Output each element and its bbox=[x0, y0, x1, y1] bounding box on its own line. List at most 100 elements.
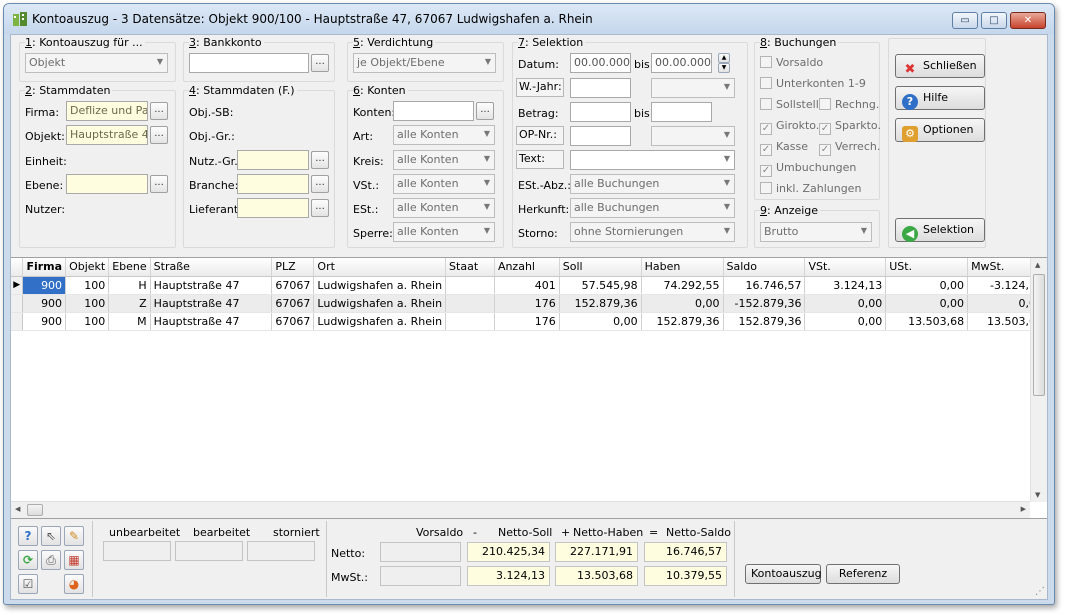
col-header[interactable]: Ebene bbox=[108, 258, 151, 277]
col-header[interactable]: Objekt bbox=[65, 258, 110, 277]
cell[interactable]: Hauptstraße 47 bbox=[150, 276, 273, 295]
unterkonten-checkbox[interactable]: Unterkonten 1-9 bbox=[760, 77, 866, 90]
cell[interactable]: 16.746,57 bbox=[723, 276, 806, 295]
table-row[interactable]: 900 100 M Hauptstraße 47 67067 Ludwigsha… bbox=[11, 312, 1047, 331]
cell[interactable] bbox=[445, 294, 495, 313]
firma-field[interactable]: Deflize und Part bbox=[66, 101, 148, 121]
cell[interactable]: Z bbox=[108, 294, 151, 313]
cell[interactable] bbox=[445, 276, 495, 295]
umbuchungen-checkbox[interactable]: ✓ Umbuchungen bbox=[760, 161, 856, 177]
cell[interactable]: Ludwigshafen a. Rhein bbox=[313, 294, 447, 313]
edit-icon[interactable]: ✎ bbox=[64, 526, 84, 546]
scroll-left-icon[interactable]: ◀ bbox=[15, 505, 20, 513]
kasse-checkbox[interactable]: ✓ Kasse bbox=[760, 140, 808, 156]
scroll-down-icon[interactable]: ▼ bbox=[1035, 491, 1040, 499]
ebene-field[interactable] bbox=[66, 174, 148, 194]
cursor-icon[interactable]: ⇖ bbox=[41, 526, 61, 546]
wjahr-select[interactable]: ▼ bbox=[651, 78, 735, 98]
bankkonto-browse-button[interactable]: ... bbox=[311, 54, 329, 72]
title-bar[interactable]: Kontoauszug - 3 Datensätze: Objekt 900/1… bbox=[4, 4, 1054, 34]
rechng-checkbox[interactable]: Rechng. bbox=[819, 98, 879, 111]
print-icon[interactable]: ⎙ bbox=[41, 550, 61, 570]
scroll-up-icon[interactable]: ▲ bbox=[1035, 261, 1040, 269]
est-select[interactable]: alle Konten ▼ bbox=[393, 198, 495, 218]
cell[interactable]: H bbox=[108, 276, 151, 295]
cell[interactable]: 57.545,98 bbox=[559, 276, 642, 295]
text-select[interactable]: ▼ bbox=[570, 150, 735, 170]
vorsaldo-checkbox[interactable]: Vorsaldo bbox=[760, 56, 823, 69]
anzeige-select[interactable]: Brutto ▼ bbox=[760, 222, 872, 242]
table-row[interactable]: ▶ 900 100 H Hauptstraße 47 67067 Ludwigs… bbox=[11, 276, 1047, 295]
inkl-zahlungen-checkbox[interactable]: inkl. Zahlungen bbox=[760, 182, 861, 195]
cell[interactable]: 100 bbox=[65, 312, 110, 331]
konten-field[interactable] bbox=[393, 101, 474, 121]
spin-up-icon[interactable]: ▲ bbox=[718, 53, 730, 63]
minimize-button[interactable]: ▭ bbox=[952, 12, 978, 29]
lieferant-field[interactable] bbox=[237, 198, 309, 218]
optionen-button[interactable]: ⚙ Optionen bbox=[895, 118, 985, 142]
verrech-checkbox[interactable]: ✓ Verrech. bbox=[819, 140, 880, 156]
schliessen-button[interactable]: ✖ Schließen bbox=[895, 54, 985, 78]
cell[interactable]: 100 bbox=[65, 276, 110, 295]
col-header[interactable]: Saldo bbox=[723, 258, 806, 277]
col-header[interactable]: Soll bbox=[559, 258, 642, 277]
lieferant-browse-button[interactable]: ... bbox=[311, 199, 329, 217]
horizontal-scroll-thumb[interactable] bbox=[27, 504, 43, 516]
col-header[interactable]: Straße bbox=[150, 258, 273, 277]
cell[interactable]: 67067 bbox=[271, 276, 315, 295]
wjahr-field[interactable] bbox=[570, 78, 631, 98]
col-header[interactable]: Anzahl bbox=[494, 258, 560, 277]
cell[interactable]: 0,00 bbox=[804, 294, 887, 313]
cell[interactable]: M bbox=[108, 312, 151, 331]
referenz-button[interactable]: Referenz bbox=[826, 564, 900, 584]
col-header[interactable]: PLZ bbox=[271, 258, 315, 277]
opnr-select[interactable]: ▼ bbox=[651, 126, 735, 146]
cell[interactable]: Ludwigshafen a. Rhein bbox=[313, 276, 447, 295]
cell[interactable]: 900 bbox=[22, 276, 67, 295]
branche-field[interactable] bbox=[237, 174, 309, 194]
verdichtung-select[interactable]: je Objekt/Ebene ▼ bbox=[353, 53, 496, 73]
cell[interactable]: Hauptstraße 47 bbox=[150, 294, 273, 313]
cell[interactable]: 0,00 bbox=[885, 294, 969, 313]
export-icon[interactable]: ▦ bbox=[64, 550, 84, 570]
cell[interactable]: 176 bbox=[494, 294, 560, 313]
col-header[interactable]: VSt. bbox=[804, 258, 887, 277]
objekt-browse-button[interactable]: ... bbox=[150, 126, 168, 144]
branche-browse-button[interactable]: ... bbox=[311, 175, 329, 193]
cell[interactable]: 176 bbox=[494, 312, 560, 331]
col-header[interactable]: Staat bbox=[445, 258, 495, 277]
checkbox-icon[interactable]: ☑ bbox=[18, 574, 38, 594]
cell[interactable]: 100 bbox=[65, 294, 110, 313]
cell[interactable]: 152.879,36 bbox=[723, 312, 806, 331]
spin-down-icon[interactable]: ▼ bbox=[718, 63, 730, 73]
table-row[interactable]: 900 100 Z Hauptstraße 47 67067 Ludwigsha… bbox=[11, 294, 1047, 313]
cell[interactable]: Ludwigshafen a. Rhein bbox=[313, 312, 447, 331]
estabz-select[interactable]: alle Buchungen ▼ bbox=[570, 174, 735, 194]
herkunft-select[interactable]: alle Buchungen ▼ bbox=[570, 198, 735, 218]
storno-select[interactable]: ohne Stornierungen ▼ bbox=[570, 222, 735, 242]
scroll-right-icon[interactable]: ▶ bbox=[1021, 505, 1026, 513]
maximize-button[interactable]: □ bbox=[981, 12, 1007, 29]
cell[interactable]: Hauptstraße 47 bbox=[150, 312, 273, 331]
datum-from-field[interactable]: 00.00.0000 bbox=[570, 53, 631, 73]
cell[interactable]: -152.879,36 bbox=[723, 294, 806, 313]
datum-to-field[interactable]: 00.00.0000 bbox=[651, 53, 712, 73]
vertical-scrollbar[interactable]: ▲ ▼ bbox=[1030, 258, 1047, 502]
cell[interactable] bbox=[445, 312, 495, 331]
hilfe-button[interactable]: ? Hilfe bbox=[895, 86, 985, 110]
girokto-checkbox[interactable]: ✓ Girokto. bbox=[760, 119, 819, 135]
objekt-field[interactable]: Hauptstraße 47, bbox=[66, 125, 148, 145]
art-select[interactable]: alle Konten ▼ bbox=[393, 125, 495, 145]
kontoauszug-fuer-select[interactable]: Objekt ▼ bbox=[25, 53, 168, 73]
cell[interactable]: 0,00 bbox=[641, 294, 724, 313]
col-header[interactable]: Ort bbox=[313, 258, 447, 277]
cell[interactable]: 3.124,13 bbox=[804, 276, 887, 295]
close-button[interactable]: ✕ bbox=[1010, 12, 1046, 29]
resize-grip-icon[interactable]: ⋰ bbox=[1035, 586, 1045, 597]
nutzgr-field[interactable] bbox=[237, 150, 309, 170]
chart-icon[interactable]: ◕ bbox=[64, 574, 84, 594]
col-header[interactable]: USt. bbox=[885, 258, 969, 277]
betrag-to-field[interactable] bbox=[651, 102, 712, 122]
refresh-icon[interactable]: ⟳ bbox=[18, 550, 38, 570]
firma-browse-button[interactable]: ... bbox=[150, 102, 168, 120]
